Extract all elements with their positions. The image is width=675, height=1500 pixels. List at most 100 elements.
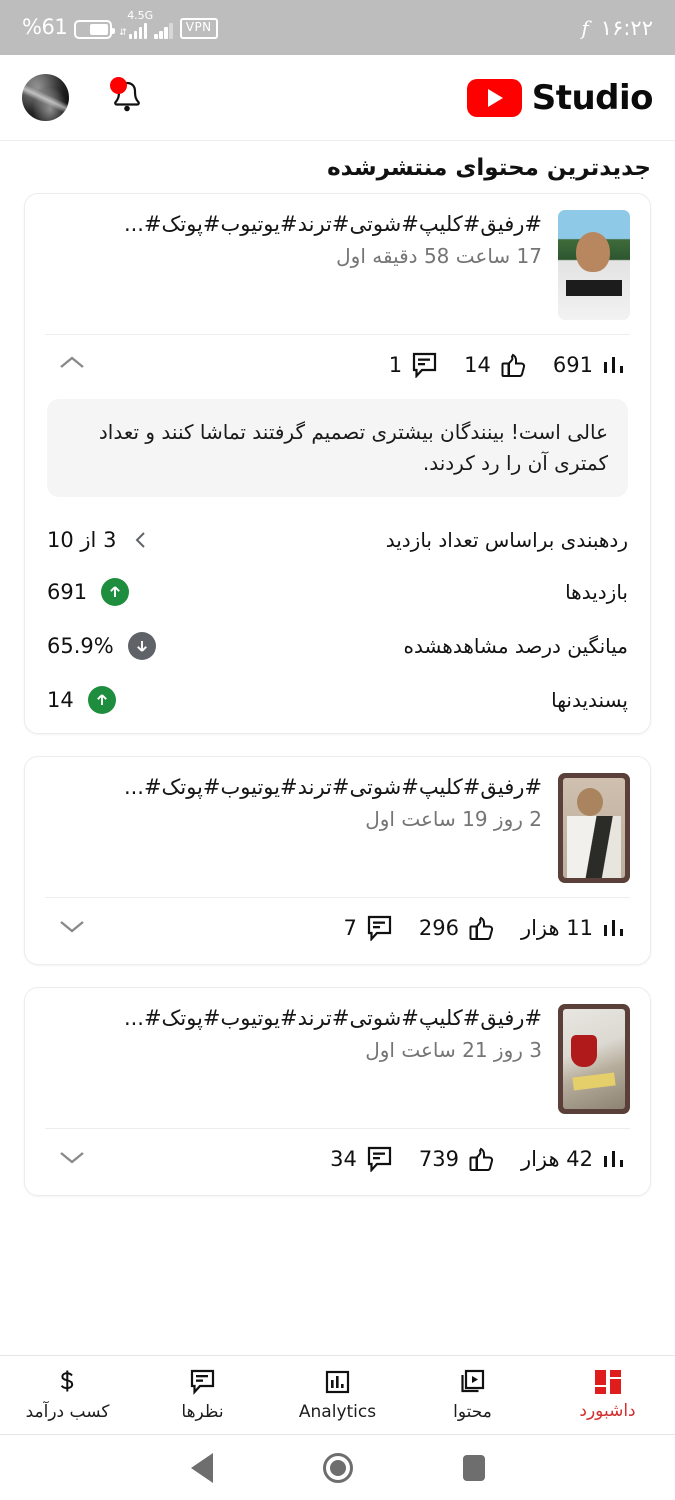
- network-type-label: 4.5G: [127, 8, 154, 22]
- page-title: جدیدترین محتوای منتشرشده: [327, 155, 651, 181]
- nav-label-comments: نظرها: [181, 1401, 224, 1422]
- thumbs-up-icon: [468, 915, 495, 941]
- back-button[interactable]: [190, 1452, 213, 1483]
- status-bar-left: %61 4.5G ⇵ VPN: [22, 9, 218, 39]
- nav-item-content[interactable]: محتوا: [405, 1369, 540, 1422]
- comment-icon: [366, 1146, 393, 1172]
- system-navigation-bar: [0, 1435, 675, 1500]
- nav-item-dashboard[interactable]: داشبورد: [540, 1369, 675, 1421]
- video-card-header[interactable]: #رفیق#کلیپ#شوتی#ترند#یوتیوب#پوتک#... 17 …: [45, 210, 630, 334]
- views-stat: 691: [553, 353, 628, 377]
- metric-value: 3 از 10: [47, 528, 117, 552]
- video-stats-row: 11 هزار 296 7: [45, 897, 630, 958]
- metric-label: میانگین درصد مشاهدهشده: [403, 634, 628, 658]
- thumbs-up-icon: [500, 352, 527, 378]
- video-meta: #رفیق#کلیپ#شوتی#ترند#یوتیوب#پوتک#... 17 …: [45, 210, 542, 268]
- signal-bars-secondary-icon: [154, 22, 173, 39]
- bottom-navigation: داشبورد محتوا Analytics نظرها کسب درآمد: [0, 1355, 675, 1435]
- chevron-down-icon: [60, 1152, 84, 1164]
- metric-value: 691: [47, 580, 88, 604]
- comments-value: 7: [343, 916, 357, 940]
- comment-icon: [411, 352, 438, 378]
- comments-icon: [189, 1369, 216, 1395]
- likes-value: 296: [418, 916, 459, 940]
- notification-badge-dot: [110, 76, 127, 94]
- comments-stat: 34: [330, 1146, 393, 1172]
- video-card[interactable]: #رفیق#کلیپ#شوتی#ترند#یوتیوب#پوتک#... 3 ر…: [24, 987, 651, 1196]
- youtube-play-icon: [466, 78, 522, 117]
- chevron-right-icon[interactable]: [130, 529, 152, 551]
- video-card-header[interactable]: #رفیق#کلیپ#شوتی#ترند#یوتیوب#پوتک#... 3 ر…: [45, 1004, 630, 1128]
- video-card[interactable]: #رفیق#کلیپ#شوتی#ترند#یوتیوب#پوتک#... 2 ر…: [24, 756, 651, 965]
- likes-stat: 739: [419, 1146, 495, 1172]
- likes-stat: 14: [464, 352, 527, 378]
- insight-message: عالی است! بینندگان بیشتری تصمیم گرفتند ت…: [47, 399, 628, 497]
- chevron-up-icon: [60, 356, 84, 368]
- collapse-card-button[interactable]: [47, 349, 97, 381]
- nav-item-analytics[interactable]: Analytics: [270, 1369, 405, 1422]
- dashboard-scroll-area[interactable]: جدیدترین محتوای منتشرشده #رفیق#کلیپ#شوتی…: [0, 140, 675, 1355]
- video-age-label: 2 روز 19 ساعت اول: [365, 807, 542, 832]
- views-value: 11 هزار: [520, 916, 593, 940]
- metric-label: پسندیدنها: [551, 688, 628, 712]
- chevron-down-icon: [60, 921, 84, 933]
- metric-value-group: 3 از 10: [47, 528, 152, 552]
- home-button[interactable]: [322, 1452, 353, 1483]
- video-title: #رفیق#کلیپ#شوتی#ترند#یوتیوب#پوتک#...: [123, 775, 542, 799]
- comments-stat: 7: [343, 915, 392, 941]
- video-title: #رفیق#کلیپ#شوتی#ترند#یوتیوب#پوتک#...: [123, 1006, 542, 1030]
- video-age-label: 3 روز 21 ساعت اول: [365, 1038, 542, 1063]
- status-bar: %61 4.5G ⇵ VPN f ۱۶:۲۲: [0, 0, 675, 55]
- expand-card-button[interactable]: [47, 1143, 97, 1175]
- comments-value: 1: [388, 353, 403, 377]
- metric-row: میانگین درصد مشاهدهشده 65.9%: [45, 619, 630, 673]
- views-stat: 42 هزار: [521, 1147, 628, 1171]
- video-stats-row: 691 14 1: [45, 334, 630, 395]
- status-bar-right: f ۱۶:۲۲: [581, 16, 653, 40]
- nav-label-analytics: Analytics: [298, 1401, 377, 1422]
- views-stat: 11 هزار: [521, 916, 628, 940]
- metric-value-group: 14: [47, 686, 116, 714]
- metric-label: ردهبندی براساس تعداد بازدید: [385, 528, 628, 552]
- views-bars-icon: [602, 1147, 628, 1171]
- likes-value: 14: [464, 353, 491, 377]
- analytics-bars-icon: [324, 1369, 351, 1395]
- video-thumbnail[interactable]: [558, 210, 630, 320]
- video-card[interactable]: #رفیق#کلیپ#شوتی#ترند#یوتیوب#پوتک#... 17 …: [24, 193, 651, 734]
- brand-word-label: Studio: [531, 77, 654, 118]
- trend-down-icon: [127, 632, 156, 660]
- battery-icon: [74, 19, 116, 39]
- notifications-button[interactable]: [107, 76, 147, 120]
- nav-item-comments[interactable]: نظرها: [135, 1369, 270, 1422]
- nav-label-dashboard: داشبورد: [579, 1400, 636, 1421]
- video-title: #رفیق#کلیپ#شوتی#ترند#یوتیوب#پوتک#...: [123, 212, 542, 236]
- video-thumbnail[interactable]: [558, 773, 630, 883]
- video-thumbnail[interactable]: [558, 1004, 630, 1114]
- battery-percent-label: %61: [22, 14, 68, 39]
- views-bars-icon: [602, 353, 628, 377]
- video-meta: #رفیق#کلیپ#شوتی#ترند#یوتیوب#پوتک#... 2 ر…: [45, 773, 542, 831]
- expand-card-button[interactable]: [47, 912, 97, 944]
- vpn-badge: VPN: [179, 18, 218, 39]
- trend-up-icon: [87, 686, 116, 714]
- metric-row: بازدیدها 691: [45, 565, 630, 619]
- metric-row[interactable]: ردهبندی براساس تعداد بازدید 3 از 10: [45, 515, 630, 565]
- brand-logo: Studio: [466, 77, 654, 118]
- views-bars-icon: [602, 916, 628, 940]
- alarm-icon: f: [581, 15, 589, 40]
- thumbs-up-icon: [468, 1146, 495, 1172]
- comments-value: 34: [330, 1147, 357, 1171]
- avatar[interactable]: [22, 74, 69, 121]
- data-transfer-arrows-icon: ⇵: [119, 27, 127, 38]
- views-value: 42 هزار: [520, 1147, 593, 1171]
- video-meta: #رفیق#کلیپ#شوتی#ترند#یوتیوب#پوتک#... 3 ر…: [45, 1004, 542, 1062]
- content-play-icon: [459, 1369, 486, 1395]
- video-card-header[interactable]: #رفیق#کلیپ#شوتی#ترند#یوتیوب#پوتک#... 2 ر…: [45, 773, 630, 897]
- recents-button[interactable]: [462, 1454, 485, 1481]
- trend-up-icon: [101, 578, 130, 606]
- clock-label: ۱۶:۲۲: [600, 15, 653, 40]
- metric-row: پسندیدنها 14: [45, 673, 630, 727]
- nav-item-monetization[interactable]: کسب درآمد: [0, 1369, 135, 1422]
- metric-value-group: 65.9%: [47, 632, 156, 660]
- comments-stat: 1: [389, 352, 438, 378]
